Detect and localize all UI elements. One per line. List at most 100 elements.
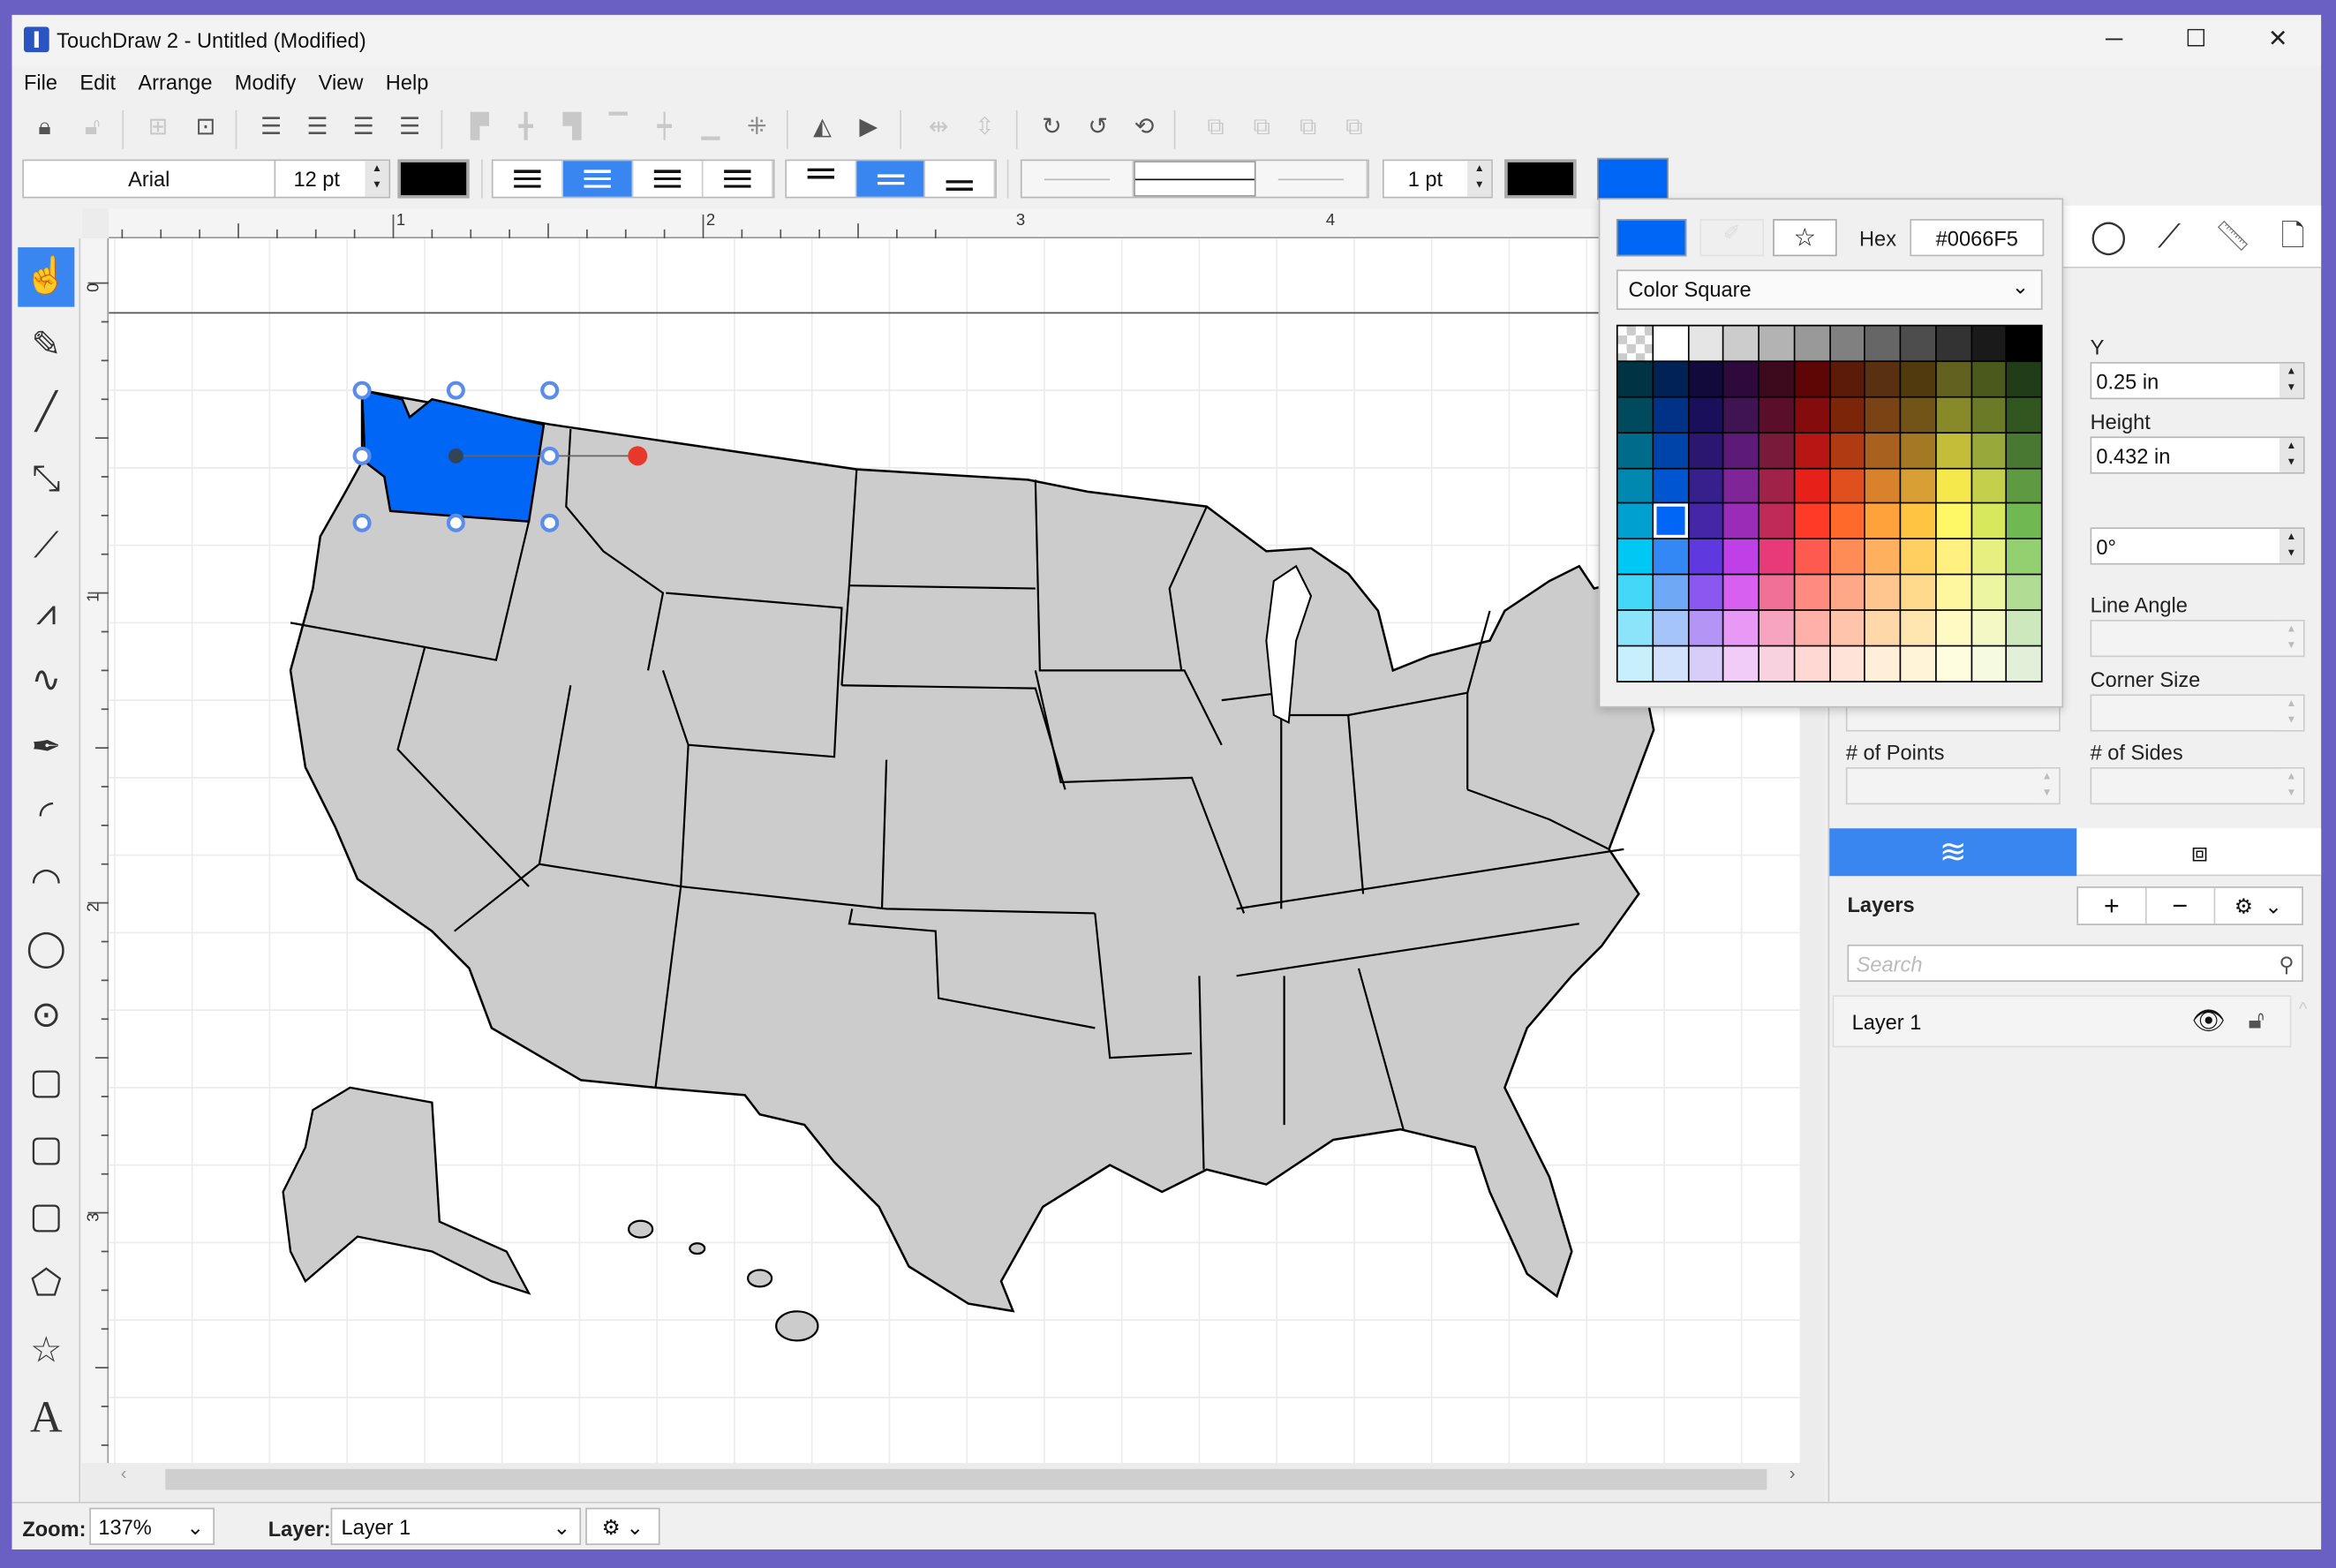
favorite-star-icon[interactable]: ☆ [1773, 219, 1837, 257]
color-cell[interactable] [2007, 397, 2041, 432]
resize-handle[interactable] [540, 513, 560, 532]
color-cell[interactable] [2007, 575, 2041, 610]
color-cell[interactable] [1936, 468, 1971, 503]
color-cell[interactable] [1617, 504, 1653, 539]
color-cell[interactable] [1688, 326, 1723, 361]
resize-handle[interactable] [540, 381, 560, 400]
color-cell[interactable] [1759, 575, 1794, 610]
color-cell[interactable] [1653, 433, 1688, 468]
menu-arrange[interactable]: Arrange [126, 65, 222, 94]
resize-handle[interactable] [352, 381, 372, 400]
color-cell[interactable] [1759, 646, 1794, 682]
color-cell[interactable] [1723, 397, 1759, 432]
layer-dropdown[interactable]: Layer 1 ⌄ [330, 1507, 582, 1545]
color-cell[interactable] [1830, 397, 1865, 432]
color-cell[interactable] [2007, 361, 2041, 396]
color-cell[interactable] [1653, 646, 1688, 682]
scroll-left-icon[interactable]: ‹ [121, 1463, 127, 1484]
line-style-solid[interactable] [1134, 161, 1256, 197]
align-right-icon[interactable]: ▜ [554, 110, 591, 147]
bring-forward-icon[interactable]: ☰ [299, 110, 335, 147]
color-cell[interactable] [2007, 539, 2041, 575]
color-cell[interactable] [1795, 361, 1829, 396]
color-cell[interactable] [1971, 468, 2006, 503]
color-cell[interactable] [1971, 361, 2006, 396]
color-cell[interactable] [1617, 397, 1653, 432]
rounded-square-tool-icon[interactable]: ▢ [18, 1187, 74, 1248]
rotate-left-icon[interactable]: ↺ [1080, 110, 1116, 147]
align-bottom-icon[interactable]: ▁ [693, 110, 729, 147]
color-cell[interactable] [1830, 433, 1865, 468]
rotation-stepper[interactable]: ▲ ▼ [2279, 529, 2303, 563]
corner-size-field[interactable]: ▲ ▼ [2090, 694, 2305, 732]
color-cell[interactable] [1688, 433, 1723, 468]
color-cell[interactable] [1759, 539, 1794, 575]
color-cell[interactable] [1971, 646, 2006, 682]
color-cell[interactable] [1688, 397, 1723, 432]
color-cell[interactable] [1901, 433, 1935, 468]
layers-tab-icon[interactable]: ≋ [1829, 828, 2077, 877]
color-cell[interactable] [1971, 575, 2006, 610]
color-cell[interactable] [1936, 397, 1971, 432]
align-top-icon[interactable]: ▔ [600, 110, 637, 147]
subtract-icon[interactable]: ⧉ [1244, 110, 1280, 147]
rotation-field[interactable]: 0° ▲ ▼ [2090, 527, 2305, 565]
color-cell[interactable] [1617, 433, 1653, 468]
color-cell[interactable] [1795, 611, 1829, 645]
color-cell[interactable] [1830, 646, 1865, 682]
color-cell[interactable] [1688, 504, 1723, 539]
color-cell[interactable] [1865, 326, 1900, 361]
unlock-icon[interactable]: 🔓︎ [2248, 1006, 2264, 1036]
color-cell[interactable] [1830, 539, 1865, 575]
arc-tool-icon[interactable]: ◜ [18, 785, 74, 845]
text-tool-icon[interactable]: A [18, 1389, 74, 1449]
align-center-icon[interactable]: ╋ [508, 110, 544, 147]
color-cell[interactable] [1759, 326, 1794, 361]
rotate-right-icon[interactable]: ↻ [1034, 110, 1070, 147]
resize-handle[interactable] [446, 513, 465, 532]
shape-style-tab-icon[interactable]: ◯ [2091, 218, 2128, 255]
polyline-tool-icon[interactable]: ⩘ [18, 584, 74, 645]
color-cell[interactable] [1759, 504, 1794, 539]
color-cell[interactable] [1759, 397, 1794, 432]
line-width-stepper[interactable]: ▲ ▼ [1467, 161, 1492, 197]
color-cell[interactable] [1795, 326, 1829, 361]
color-cell[interactable] [1971, 539, 2006, 575]
connector-tool-icon[interactable]: ⟋ [18, 517, 74, 577]
height-stepper[interactable]: ▲ ▼ [2279, 438, 2303, 472]
color-cell[interactable] [1759, 433, 1794, 468]
color-cell[interactable] [1723, 539, 1759, 575]
color-cell[interactable] [1901, 611, 1935, 645]
center-icon[interactable]: ⁜ [739, 110, 775, 147]
color-cell[interactable] [1865, 361, 1900, 396]
color-cell[interactable] [1688, 575, 1723, 610]
rounded-rect-tool-icon[interactable]: ▢ [18, 1120, 74, 1180]
color-cell[interactable] [1830, 361, 1865, 396]
color-cell[interactable] [1723, 433, 1759, 468]
color-cell[interactable] [1795, 539, 1829, 575]
color-cell[interactable] [1830, 611, 1865, 645]
font-size-stepper[interactable]: ▲ ▼ [365, 161, 389, 197]
color-cell[interactable] [1865, 433, 1900, 468]
color-cell[interactable] [2007, 433, 2041, 468]
color-cell[interactable] [1617, 539, 1653, 575]
line-style-thin[interactable] [1022, 161, 1134, 197]
dimension-tool-icon[interactable]: ⤡ [18, 450, 74, 510]
color-cell[interactable] [1759, 611, 1794, 645]
curve-tool-icon[interactable]: ∿ [18, 651, 74, 711]
pen-tool-icon[interactable]: ✒ [18, 718, 74, 778]
color-cell[interactable] [1901, 361, 1935, 396]
menu-modify[interactable]: Modify [222, 65, 306, 94]
y-stepper[interactable]: ▲ ▼ [2279, 363, 2303, 398]
color-cell[interactable] [1688, 611, 1723, 645]
color-cell[interactable] [2007, 504, 2041, 539]
rotate-custom-icon[interactable]: ⟲ [1127, 110, 1163, 147]
layer-settings-button[interactable]: ⚙ ⌄ [2215, 888, 2302, 924]
color-cell[interactable] [1617, 646, 1653, 682]
color-cell[interactable] [1901, 504, 1935, 539]
color-cell[interactable] [1688, 361, 1723, 396]
color-cell[interactable] [1723, 575, 1759, 610]
add-layer-button[interactable]: + [2078, 887, 2147, 924]
color-cell[interactable] [1723, 326, 1759, 361]
color-cell[interactable] [1830, 468, 1865, 503]
